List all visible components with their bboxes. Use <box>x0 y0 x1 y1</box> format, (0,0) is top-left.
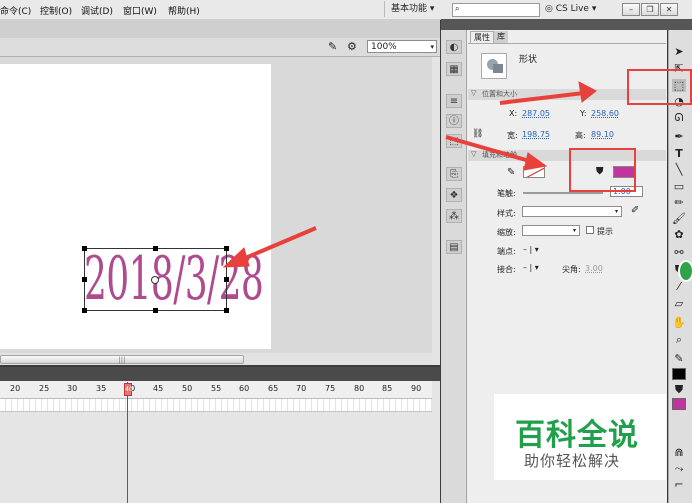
arrow-to-transform-tool-head <box>578 81 597 103</box>
annotation-layer <box>222 81 597 268</box>
arrow-to-date-shape-head <box>222 247 250 268</box>
highlight-fill-color <box>569 148 636 192</box>
arrow-to-date-shape <box>235 226 317 264</box>
arrow-to-stroke-head <box>523 152 548 171</box>
arrow-to-transform-tool <box>499 91 585 105</box>
highlight-transform-tool <box>627 69 692 105</box>
arrow-to-stroke <box>445 135 534 164</box>
